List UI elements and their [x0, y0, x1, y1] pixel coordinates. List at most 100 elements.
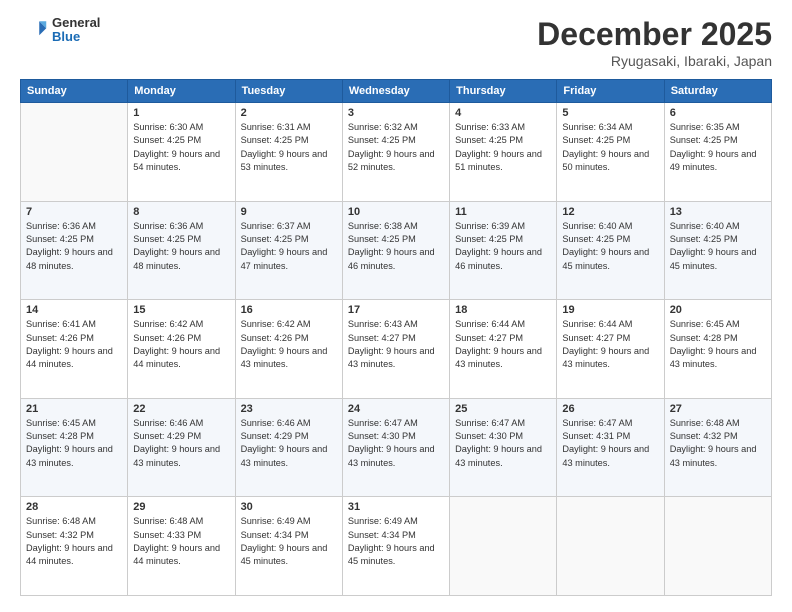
month-title: December 2025: [537, 16, 772, 53]
table-row: 31 Sunrise: 6:49 AM Sunset: 4:34 PM Dayli…: [342, 497, 449, 596]
day-detail: Sunrise: 6:34 AM Sunset: 4:25 PM Dayligh…: [562, 121, 658, 174]
day-detail: Sunrise: 6:46 AM Sunset: 4:29 PM Dayligh…: [241, 417, 337, 470]
table-row: 16 Sunrise: 6:42 AM Sunset: 4:26 PM Dayli…: [235, 300, 342, 399]
logo: General Blue: [20, 16, 100, 45]
logo-icon: [20, 16, 48, 44]
day-number: 4: [455, 107, 551, 119]
col-thursday: Thursday: [450, 80, 557, 103]
col-tuesday: Tuesday: [235, 80, 342, 103]
calendar-week-row: 21Sunrise: 6:45 AM Sunset: 4:28 PM Dayli…: [21, 398, 772, 497]
day-number: 15: [133, 304, 229, 316]
calendar-header-row: Sunday Monday Tuesday Wednesday Thursday…: [21, 80, 772, 103]
day-number: 21: [26, 403, 122, 415]
logo-general: General: [52, 16, 100, 30]
calendar-week-row: 28 Sunrise: 6:48 AM Sunset: 4:32 PM Dayli…: [21, 497, 772, 596]
day-number: 23: [241, 403, 337, 415]
day-number: 10: [348, 206, 444, 218]
table-row: 29 Sunrise: 6:48 AM Sunset: 4:33 PM Dayli…: [128, 497, 235, 596]
day-number: 30: [241, 501, 337, 513]
table-row: [450, 497, 557, 596]
calendar-week-row: 7 Sunrise: 6:36 AM Sunset: 4:25 PM Daylig…: [21, 201, 772, 300]
day-detail: Sunrise: 6:44 AM Sunset: 4:27 PM Dayligh…: [455, 318, 551, 371]
day-detail: Sunrise: 6:40 AM Sunset: 4:25 PM Dayligh…: [562, 220, 658, 273]
day-number: 28: [26, 501, 122, 513]
calendar-week-row: 14Sunrise: 6:41 AM Sunset: 4:26 PM Dayli…: [21, 300, 772, 399]
table-row: 10 Sunrise: 6:38 AM Sunset: 4:25 PM Dayli…: [342, 201, 449, 300]
day-detail: Sunrise: 6:35 AM Sunset: 4:25 PM Dayligh…: [670, 121, 766, 174]
table-row: 9 Sunrise: 6:37 AM Sunset: 4:25 PM Daylig…: [235, 201, 342, 300]
title-block: December 2025 Ryugasaki, Ibaraki, Japan: [537, 16, 772, 69]
day-number: 17: [348, 304, 444, 316]
table-row: 30 Sunrise: 6:49 AM Sunset: 4:34 PM Dayli…: [235, 497, 342, 596]
day-number: 31: [348, 501, 444, 513]
day-detail: Sunrise: 6:49 AM Sunset: 4:34 PM Dayligh…: [241, 515, 337, 568]
col-friday: Friday: [557, 80, 664, 103]
day-number: 29: [133, 501, 229, 513]
day-number: 8: [133, 206, 229, 218]
table-row: 3 Sunrise: 6:32 AM Sunset: 4:25 PM Daylig…: [342, 103, 449, 202]
day-number: 11: [455, 206, 551, 218]
table-row: 25Sunrise: 6:47 AM Sunset: 4:30 PM Dayli…: [450, 398, 557, 497]
day-number: 27: [670, 403, 766, 415]
day-number: 6: [670, 107, 766, 119]
day-number: 13: [670, 206, 766, 218]
table-row: 12 Sunrise: 6:40 AM Sunset: 4:25 PM Dayli…: [557, 201, 664, 300]
day-detail: Sunrise: 6:36 AM Sunset: 4:25 PM Dayligh…: [133, 220, 229, 273]
table-row: 6 Sunrise: 6:35 AM Sunset: 4:25 PM Daylig…: [664, 103, 771, 202]
table-row: 28 Sunrise: 6:48 AM Sunset: 4:32 PM Dayli…: [21, 497, 128, 596]
day-detail: Sunrise: 6:46 AM Sunset: 4:29 PM Dayligh…: [133, 417, 229, 470]
header: General Blue December 2025 Ryugasaki, Ib…: [20, 16, 772, 69]
day-number: 7: [26, 206, 122, 218]
table-row: 7 Sunrise: 6:36 AM Sunset: 4:25 PM Daylig…: [21, 201, 128, 300]
day-detail: Sunrise: 6:38 AM Sunset: 4:25 PM Dayligh…: [348, 220, 444, 273]
day-detail: Sunrise: 6:36 AM Sunset: 4:25 PM Dayligh…: [26, 220, 122, 273]
day-number: 3: [348, 107, 444, 119]
day-number: 2: [241, 107, 337, 119]
table-row: 14Sunrise: 6:41 AM Sunset: 4:26 PM Dayli…: [21, 300, 128, 399]
table-row: 15 Sunrise: 6:42 AM Sunset: 4:26 PM Dayli…: [128, 300, 235, 399]
day-number: 19: [562, 304, 658, 316]
day-number: 24: [348, 403, 444, 415]
day-number: 22: [133, 403, 229, 415]
day-detail: Sunrise: 6:45 AM Sunset: 4:28 PM Dayligh…: [670, 318, 766, 371]
day-detail: Sunrise: 6:49 AM Sunset: 4:34 PM Dayligh…: [348, 515, 444, 568]
day-number: 20: [670, 304, 766, 316]
day-detail: Sunrise: 6:48 AM Sunset: 4:33 PM Dayligh…: [133, 515, 229, 568]
table-row: 18 Sunrise: 6:44 AM Sunset: 4:27 PM Dayli…: [450, 300, 557, 399]
table-row: 26Sunrise: 6:47 AM Sunset: 4:31 PM Dayli…: [557, 398, 664, 497]
table-row: [21, 103, 128, 202]
day-number: 18: [455, 304, 551, 316]
day-detail: Sunrise: 6:42 AM Sunset: 4:26 PM Dayligh…: [133, 318, 229, 371]
day-detail: Sunrise: 6:31 AM Sunset: 4:25 PM Dayligh…: [241, 121, 337, 174]
table-row: 19Sunrise: 6:44 AM Sunset: 4:27 PM Dayli…: [557, 300, 664, 399]
day-detail: Sunrise: 6:40 AM Sunset: 4:25 PM Dayligh…: [670, 220, 766, 273]
day-number: 12: [562, 206, 658, 218]
day-number: 16: [241, 304, 337, 316]
table-row: 1Sunrise: 6:30 AM Sunset: 4:25 PM Daylig…: [128, 103, 235, 202]
day-number: 5: [562, 107, 658, 119]
day-detail: Sunrise: 6:48 AM Sunset: 4:32 PM Dayligh…: [670, 417, 766, 470]
table-row: 24 Sunrise: 6:47 AM Sunset: 4:30 PM Dayli…: [342, 398, 449, 497]
day-detail: Sunrise: 6:47 AM Sunset: 4:30 PM Dayligh…: [348, 417, 444, 470]
logo-text: General Blue: [52, 16, 100, 45]
col-saturday: Saturday: [664, 80, 771, 103]
day-number: 14: [26, 304, 122, 316]
table-row: 11 Sunrise: 6:39 AM Sunset: 4:25 PM Dayli…: [450, 201, 557, 300]
col-monday: Monday: [128, 80, 235, 103]
table-row: 4Sunrise: 6:33 AM Sunset: 4:25 PM Daylig…: [450, 103, 557, 202]
day-number: 1: [133, 107, 229, 119]
day-number: 26: [562, 403, 658, 415]
day-number: 25: [455, 403, 551, 415]
day-detail: Sunrise: 6:32 AM Sunset: 4:25 PM Dayligh…: [348, 121, 444, 174]
table-row: 27 Sunrise: 6:48 AM Sunset: 4:32 PM Dayli…: [664, 398, 771, 497]
day-detail: Sunrise: 6:43 AM Sunset: 4:27 PM Dayligh…: [348, 318, 444, 371]
day-detail: Sunrise: 6:48 AM Sunset: 4:32 PM Dayligh…: [26, 515, 122, 568]
day-detail: Sunrise: 6:42 AM Sunset: 4:26 PM Dayligh…: [241, 318, 337, 371]
day-detail: Sunrise: 6:39 AM Sunset: 4:25 PM Dayligh…: [455, 220, 551, 273]
table-row: 23 Sunrise: 6:46 AM Sunset: 4:29 PM Dayli…: [235, 398, 342, 497]
col-wednesday: Wednesday: [342, 80, 449, 103]
logo-blue: Blue: [52, 30, 100, 44]
day-detail: Sunrise: 6:37 AM Sunset: 4:25 PM Dayligh…: [241, 220, 337, 273]
day-number: 9: [241, 206, 337, 218]
table-row: 13 Sunrise: 6:40 AM Sunset: 4:25 PM Dayli…: [664, 201, 771, 300]
